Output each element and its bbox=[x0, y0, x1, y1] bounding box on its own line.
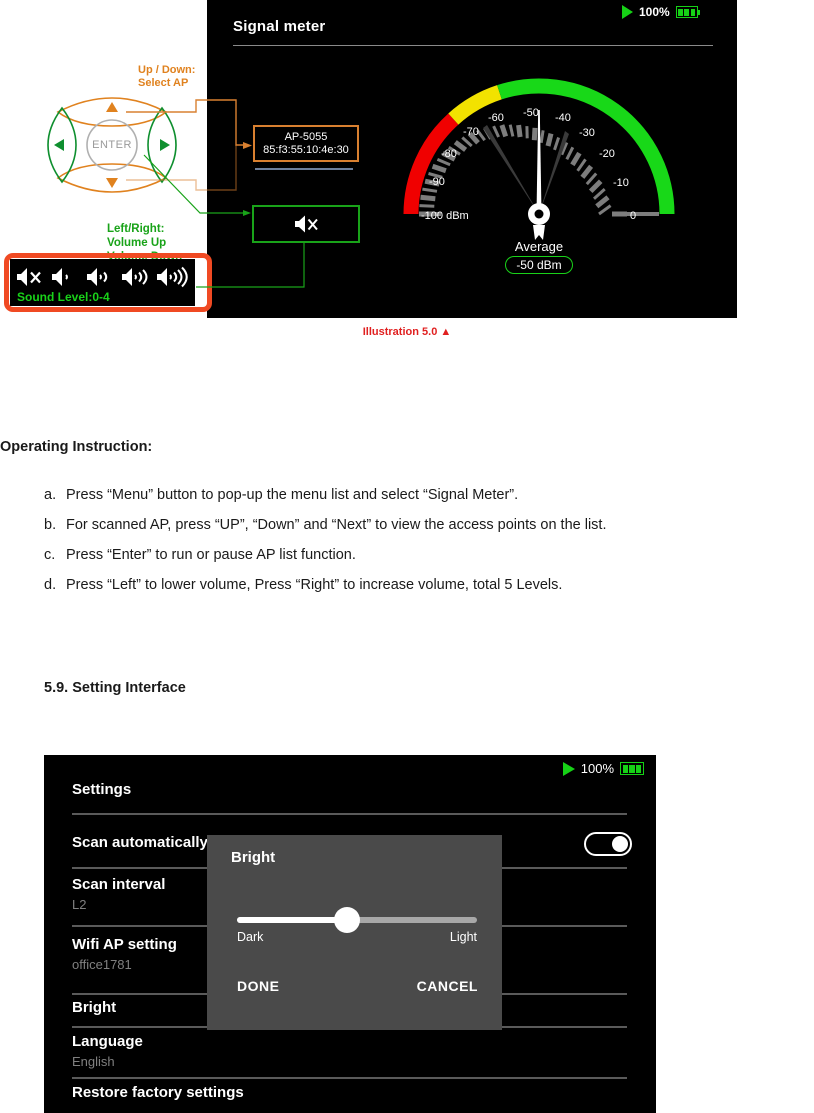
step-text: Press “Menu” button to pop-up the menu l… bbox=[66, 487, 519, 503]
gauge-tick-label: -30 bbox=[579, 127, 595, 139]
settings-row-restore-factory-settings[interactable]: Restore factory settings bbox=[72, 1083, 627, 1103]
title-divider bbox=[233, 45, 713, 46]
brightness-slider-thumb[interactable] bbox=[334, 907, 361, 933]
settings-screen: 100% Settings Scan automatically Scan in… bbox=[44, 755, 656, 1113]
gauge-tick-label: -80 bbox=[441, 148, 457, 160]
list-item: b. For scanned AP, press “UP”, “Down” an… bbox=[44, 510, 804, 540]
slider-max-label: Light bbox=[449, 930, 477, 944]
ap-name: AP-5055 bbox=[284, 130, 328, 143]
gauge-average-label: Average bbox=[514, 239, 564, 254]
arrow-right-icon bbox=[160, 139, 170, 151]
gauge-average-value: -50 dBm bbox=[505, 256, 573, 274]
step-marker: a. bbox=[44, 487, 57, 503]
list-item: a. Press “Menu” button to pop-up the men… bbox=[44, 480, 804, 510]
operating-steps-list: a. Press “Menu” button to pop-up the men… bbox=[44, 480, 804, 600]
arrow-down-icon bbox=[106, 178, 118, 188]
battery-percentage: 100% bbox=[580, 761, 614, 776]
ap-box-underline bbox=[255, 168, 353, 170]
settings-title: Settings bbox=[72, 781, 132, 798]
done-button[interactable]: DONE bbox=[237, 978, 279, 994]
keypad-diagram bbox=[32, 80, 192, 210]
step-marker: b. bbox=[44, 517, 57, 533]
operating-instruction-heading: Operating Instruction: bbox=[0, 439, 153, 455]
battery-full-icon bbox=[620, 762, 644, 775]
ap-mac-address: 85:f3:55:10:4e:30 bbox=[263, 143, 349, 156]
gauge-tick-label: -100 dBm bbox=[421, 210, 469, 222]
gauge-average-block: Average -50 dBm bbox=[383, 239, 695, 274]
keypad-enter-key bbox=[86, 119, 138, 171]
gauge-tick-label: -20 bbox=[599, 148, 615, 160]
keypad-down-key bbox=[56, 163, 168, 193]
step-marker: d. bbox=[44, 577, 57, 593]
play-icon bbox=[562, 761, 575, 776]
bright-dialog: Bright Dark Light DONE CANCEL bbox=[207, 835, 502, 1030]
signal-meter-title: Signal meter bbox=[233, 18, 326, 35]
gauge-tick-label: -70 bbox=[463, 126, 479, 138]
annotation-up-down: Up / Down: Select AP bbox=[138, 64, 196, 89]
step-text: Press “Left” to lower volume, Press “Rig… bbox=[66, 577, 563, 593]
settings-row-label: Restore factory settings bbox=[72, 1084, 244, 1101]
gauge-tick-label: -90 bbox=[429, 176, 445, 188]
play-icon bbox=[622, 5, 633, 19]
keypad-up-key bbox=[56, 97, 168, 127]
gauge-secondary-needles bbox=[483, 125, 569, 214]
settings-divider bbox=[72, 1077, 627, 1079]
gauge-tick-label: 0 bbox=[630, 210, 636, 222]
speaker-mute-icon bbox=[295, 215, 318, 233]
slider-min-label: Dark bbox=[237, 930, 264, 944]
settings-row-language[interactable]: Language English bbox=[72, 1032, 627, 1071]
gauge-main-needle bbox=[528, 110, 550, 240]
settings-divider bbox=[72, 813, 627, 815]
status-bar: 100% bbox=[622, 5, 701, 19]
cancel-button[interactable]: CANCEL bbox=[417, 978, 478, 994]
step-marker: c. bbox=[44, 547, 56, 563]
gauge-tick-label: -40 bbox=[555, 112, 571, 124]
mute-indicator-box bbox=[252, 205, 360, 243]
gauge-tick-label: -10 bbox=[613, 177, 629, 189]
brightness-slider-fill bbox=[237, 917, 348, 923]
settings-row-label: Language bbox=[72, 1033, 143, 1050]
step-text: For scanned AP, press “UP”, “Down” and “… bbox=[66, 517, 607, 533]
figure-caption: Illustration 5.0 ▲ bbox=[362, 326, 452, 338]
gauge-tick-label: -60 bbox=[488, 112, 504, 124]
battery-full-icon bbox=[675, 6, 701, 18]
brightness-slider[interactable] bbox=[237, 907, 477, 933]
list-item: c. Press “Enter” to run or pause AP list… bbox=[44, 540, 804, 570]
scan-automatically-toggle[interactable] bbox=[584, 832, 632, 856]
volume-highlight-box bbox=[4, 253, 212, 312]
step-text: Press “Enter” to run or pause AP list fu… bbox=[66, 547, 356, 563]
section-heading-5-9: 5.9. Setting Interface bbox=[44, 680, 186, 696]
bright-dialog-title: Bright bbox=[231, 849, 276, 866]
status-bar: 100% bbox=[562, 761, 644, 776]
list-item: d. Press “Left” to lower volume, Press “… bbox=[44, 570, 804, 600]
gauge-tick-label: -50 bbox=[523, 107, 539, 119]
settings-row-value: English bbox=[72, 1054, 115, 1069]
arrow-up-icon bbox=[106, 102, 118, 112]
arrow-left-icon bbox=[54, 139, 64, 151]
ap-info-box[interactable]: AP-5055 85:f3:55:10:4e:30 bbox=[253, 125, 359, 162]
battery-percentage: 100% bbox=[639, 5, 670, 19]
